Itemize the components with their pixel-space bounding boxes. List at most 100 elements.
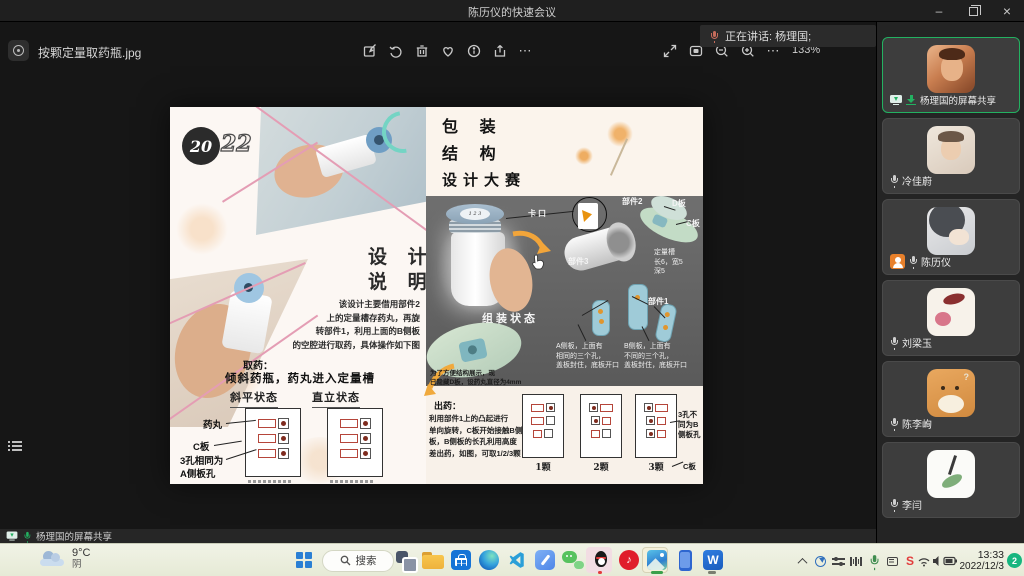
avatar (927, 207, 975, 255)
qq-icon[interactable] (590, 549, 612, 571)
start-button[interactable] (296, 552, 312, 568)
participant-tile[interactable]: 冷佳蔚 (882, 118, 1020, 194)
docs-app-icon[interactable] (534, 549, 556, 571)
poster-take-s: 倾斜药瓶，药丸进入定量槽 (225, 370, 375, 386)
avatar: ? (927, 369, 975, 417)
favorite-heart-icon[interactable] (436, 39, 459, 62)
speaking-indicator: 正在讲话: 杨理国; (700, 25, 876, 47)
hide-note: 为了方便结构展示，现 已隐藏D板，设药丸直径为4mm (430, 369, 521, 387)
avatar (927, 450, 975, 498)
image-list-toggle-icon[interactable] (8, 440, 22, 451)
wechat-icon[interactable] (562, 549, 584, 571)
poster-year-suffix: 22 (221, 131, 252, 157)
share-icon[interactable] (488, 39, 511, 62)
mic-icon (890, 418, 898, 429)
poster-title-panel: 包 装 结 构 设计大赛 (426, 107, 703, 196)
title-bar: 陈历仪的快速会议 – × (0, 0, 1024, 22)
file-explorer-icon[interactable] (422, 549, 444, 571)
minimize-button[interactable]: – (922, 0, 956, 22)
avatar (927, 126, 975, 174)
clock-date: 2022/12/3 (954, 561, 1004, 573)
participant-tile-sharing[interactable]: 杨理国的屏幕共享 (882, 37, 1020, 113)
fullscreen-icon[interactable] (658, 39, 681, 62)
diagram-three-pills (635, 394, 677, 458)
tray-settings-sliders-icon[interactable] (830, 554, 846, 568)
tray-meter-icon[interactable] (848, 554, 864, 568)
edge-browser-icon[interactable] (478, 549, 500, 571)
poster-output-panel: 为了方便结构展示，现 已隐藏D板，设药丸直径为4mm 出药： 利用部件1上的凸起… (426, 386, 703, 484)
part1-cyl-a (592, 300, 610, 336)
minimize-icon: – (936, 4, 943, 18)
poster-year-badge: 20 (182, 127, 220, 165)
label-c-board: C板 (193, 439, 209, 453)
tray-s-app-icon[interactable]: S (902, 554, 918, 568)
participant-tile-host[interactable]: 陈历仪 (882, 199, 1020, 275)
qq-badge-dot (598, 571, 602, 574)
participant-name: 陈李峋 (902, 416, 932, 431)
task-view-button[interactable] (394, 549, 416, 571)
share-status-bar: 杨理国的屏幕共享 (0, 529, 876, 543)
mic-icon (890, 175, 898, 186)
more-options-icon[interactable]: ⋯ (514, 39, 537, 62)
info-icon[interactable] (462, 39, 485, 62)
edit-icon[interactable] (358, 39, 381, 62)
rotate-icon[interactable] (384, 39, 407, 62)
screen-share-icon (890, 95, 902, 105)
microsoft-store-icon[interactable] (450, 549, 472, 571)
label-part3: 部件3 (568, 256, 588, 267)
participant-tile[interactable]: ? 陈李峋 (882, 361, 1020, 437)
tray-expand-button[interactable] (794, 554, 810, 568)
count-1: 1颗 (522, 460, 564, 473)
mic-icon (890, 337, 898, 348)
label-three-holes: 3孔相同为 (180, 453, 223, 467)
clock-time: 13:33 (954, 549, 1004, 561)
search-icon (340, 555, 351, 566)
shared-screen-viewer: 按颗定量取药瓶.jpg ⋯ ⋯ 133% 正在讲话: 杨理国; (0, 22, 876, 543)
delete-icon[interactable] (410, 39, 433, 62)
phone-link-icon[interactable] (674, 549, 696, 571)
yellow-arrow (510, 230, 552, 260)
tray-sync-icon[interactable] (812, 554, 828, 568)
poster-photo-hand-bottle (256, 107, 426, 235)
participant-name: 李闫 (902, 497, 922, 512)
weather-condition: 阴 (72, 559, 90, 570)
poster-description: 该设计主要借用部件2 上的定量槽存药丸，再旋 转部件1，利用上面的B侧板 的空腔… (266, 298, 420, 352)
restore-button[interactable] (956, 0, 990, 22)
screen-share-icon (7, 532, 18, 541)
network-volume-battery-cluster[interactable] (918, 554, 958, 568)
label-pill: 药丸 (203, 417, 222, 431)
photos-app-icon[interactable] (8, 40, 29, 61)
notification-badge[interactable]: 2 (1007, 553, 1022, 568)
count-2: 2颗 (580, 460, 622, 473)
participant-tile[interactable]: 刘梁玉 (882, 280, 1020, 356)
meeting-app-window: 陈历仪的快速会议 – × 按颗定量取药瓶.jpg ⋯ ⋯ 133% (0, 0, 1024, 576)
weather-widget[interactable]: 9°C 阴 (40, 547, 90, 570)
restore-icon (969, 7, 978, 16)
vscode-icon[interactable] (506, 549, 528, 571)
tray-speaker-box-icon[interactable] (884, 554, 900, 568)
diagram-tilt-state (245, 408, 301, 477)
label-c-board-2: C板 (683, 462, 696, 472)
shared-poster-image: 20 22 设 计 说 明 该设计主要借用部件2 上的定量槽存药丸，再旋 转部件… (170, 107, 703, 484)
mic-icon (909, 256, 917, 267)
word-active-indicator (708, 571, 716, 574)
label-part2: 部件2 (622, 196, 642, 207)
participant-tile[interactable]: 李闫 (882, 442, 1020, 518)
avatar (927, 288, 975, 336)
diagram-one-pill (522, 394, 564, 458)
label-d-board: D板 (672, 198, 686, 209)
cloud-icon (40, 551, 66, 566)
participant-name: 冷佳蔚 (902, 173, 932, 188)
tray-mic-icon[interactable] (866, 554, 882, 568)
weather-temp: 9°C (72, 547, 90, 559)
word-icon[interactable]: W (702, 549, 724, 571)
photos-app-taskbar-icon[interactable] (646, 549, 668, 571)
netease-music-icon[interactable]: ♪ (618, 549, 640, 571)
speaker-mic-icon (710, 31, 718, 42)
close-button[interactable]: × (990, 0, 1024, 22)
search-box[interactable]: 搜索 (322, 550, 394, 572)
diagram-two-pills (580, 394, 622, 458)
diagram-upright-state (327, 408, 383, 477)
taskbar-clock[interactable]: 13:33 2022/12/3 (954, 549, 1004, 573)
window-title: 陈历仪的快速会议 (0, 4, 1024, 20)
